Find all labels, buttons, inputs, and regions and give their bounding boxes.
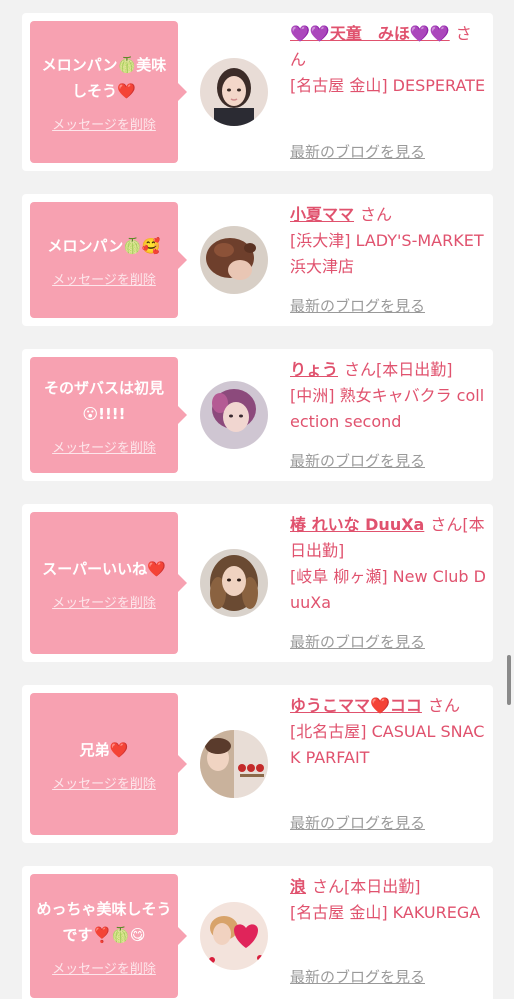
message-card: スーパーいいね❤️ メッセージを削除 椿 れいな DuuXa さん[本日出勤] [… <box>22 504 493 662</box>
message-text: メロンパン🍈🥰 <box>47 236 161 255</box>
shop-label: [北名古屋] CASUAL SNACK PARFAIT <box>290 722 485 767</box>
sender-honorific: さん[本日出勤] <box>344 360 453 379</box>
sender-honorific: さん[本日出勤] <box>312 877 421 896</box>
shop-label: [名古屋 金山] KAKUREGA <box>290 903 481 922</box>
delete-message-link[interactable]: メッセージを削除 <box>52 592 156 611</box>
sender-info: 小夏ママ さん [浜大津] LADY'S-MARKET 浜大津店 <box>290 202 486 280</box>
message-bubble: メロンパン🍈🥰 メッセージを削除 <box>30 202 187 318</box>
latest-blog-link[interactable]: 最新のブログを見る <box>290 141 425 162</box>
message-list-screen: メロンパン🍈美味しそう❤️ メッセージを削除 💜💜天童 みほ💜💜 さん [名古屋 … <box>0 0 514 999</box>
latest-blog-link[interactable]: 最新のブログを見る <box>290 631 425 652</box>
sender-name-link[interactable]: ゆうこママ❤️ココ <box>290 696 422 715</box>
sender-info: りょう さん[本日出勤] [中洲] 熟女キャバクラ collection seco… <box>290 357 486 435</box>
message-text: メロンパン🍈美味しそう❤️ <box>41 55 167 100</box>
sender-name-link[interactable]: 小夏ママ <box>290 205 354 224</box>
message-text: めっちゃ美味しそうです❣️🍈😋 <box>36 899 172 944</box>
message-card: メロンパン🍈🥰 メッセージを削除 小夏ママ さん [浜大津] LADY'S-MAR… <box>22 194 493 326</box>
sender-info: ゆうこママ❤️ココ さん [北名古屋] CASUAL SNACK PARFAIT <box>290 693 486 771</box>
avatar[interactable] <box>200 381 268 449</box>
message-bubble: そのザバスは初見😮!!!! メッセージを削除 <box>30 357 187 473</box>
avatar[interactable] <box>200 549 268 617</box>
avatar[interactable] <box>200 58 268 126</box>
shop-label: [浜大津] LADY'S-MARKET 浜大津店 <box>290 231 484 276</box>
sender-info: 浪さん[本日出勤] [名古屋 金山] KAKUREGA <box>290 874 486 926</box>
delete-message-link[interactable]: メッセージを削除 <box>52 773 156 792</box>
scrollbar[interactable] <box>507 655 511 705</box>
shop-label: [中洲] 熟女キャバクラ collection second <box>290 386 485 431</box>
sender-name-link[interactable]: 椿 れいな DuuXa <box>290 515 424 534</box>
sender-name-link[interactable]: 💜💜天童 みほ💜💜 <box>290 24 450 43</box>
latest-blog-link[interactable]: 最新のブログを見る <box>290 966 425 987</box>
delete-message-link[interactable]: メッセージを削除 <box>52 437 156 456</box>
message-text: そのザバスは初見😮!!!! <box>43 378 164 423</box>
message-bubble: スーパーいいね❤️ メッセージを削除 <box>30 512 187 654</box>
avatar[interactable] <box>200 226 268 294</box>
delete-message-link[interactable]: メッセージを削除 <box>52 114 156 133</box>
delete-message-link[interactable]: メッセージを削除 <box>52 958 156 977</box>
message-bubble: めっちゃ美味しそうです❣️🍈😋 メッセージを削除 <box>30 874 187 998</box>
avatar[interactable] <box>200 730 268 798</box>
avatar[interactable] <box>200 902 268 970</box>
sender-honorific: さん <box>360 205 393 224</box>
message-bubble: メロンパン🍈美味しそう❤️ メッセージを削除 <box>30 21 187 163</box>
latest-blog-link[interactable]: 最新のブログを見る <box>290 812 425 833</box>
delete-message-link[interactable]: メッセージを削除 <box>52 269 156 288</box>
sender-info: 椿 れいな DuuXa さん[本日出勤] [岐阜 柳ヶ瀬] New Club Du… <box>290 512 486 616</box>
message-card: めっちゃ美味しそうです❣️🍈😋 メッセージを削除 浪さん[本日出勤] [名古屋 … <box>22 866 493 999</box>
sender-name-link[interactable]: 浪 <box>290 877 306 896</box>
message-text: 兄弟❤️ <box>79 740 129 759</box>
message-card: そのザバスは初見😮!!!! メッセージを削除 りょう さん[本日出勤] [中洲] … <box>22 349 493 481</box>
shop-label: [岐阜 柳ヶ瀬] New Club DuuXa <box>290 567 486 612</box>
message-card: メロンパン🍈美味しそう❤️ メッセージを削除 💜💜天童 みほ💜💜 さん [名古屋 … <box>22 13 493 171</box>
sender-name-link[interactable]: りょう <box>290 360 338 379</box>
latest-blog-link[interactable]: 最新のブログを見る <box>290 450 425 471</box>
message-text: スーパーいいね❤️ <box>42 559 166 578</box>
sender-info: 💜💜天童 みほ💜💜 さん [名古屋 金山] DESPERATE <box>290 21 486 99</box>
shop-label: [名古屋 金山] DESPERATE <box>290 76 486 95</box>
message-card: 兄弟❤️ メッセージを削除 ゆうこママ❤️ココ さん [北名古屋] CASUAL … <box>22 685 493 843</box>
latest-blog-link[interactable]: 最新のブログを見る <box>290 295 425 316</box>
sender-honorific: さん <box>427 696 460 715</box>
message-bubble: 兄弟❤️ メッセージを削除 <box>30 693 187 835</box>
